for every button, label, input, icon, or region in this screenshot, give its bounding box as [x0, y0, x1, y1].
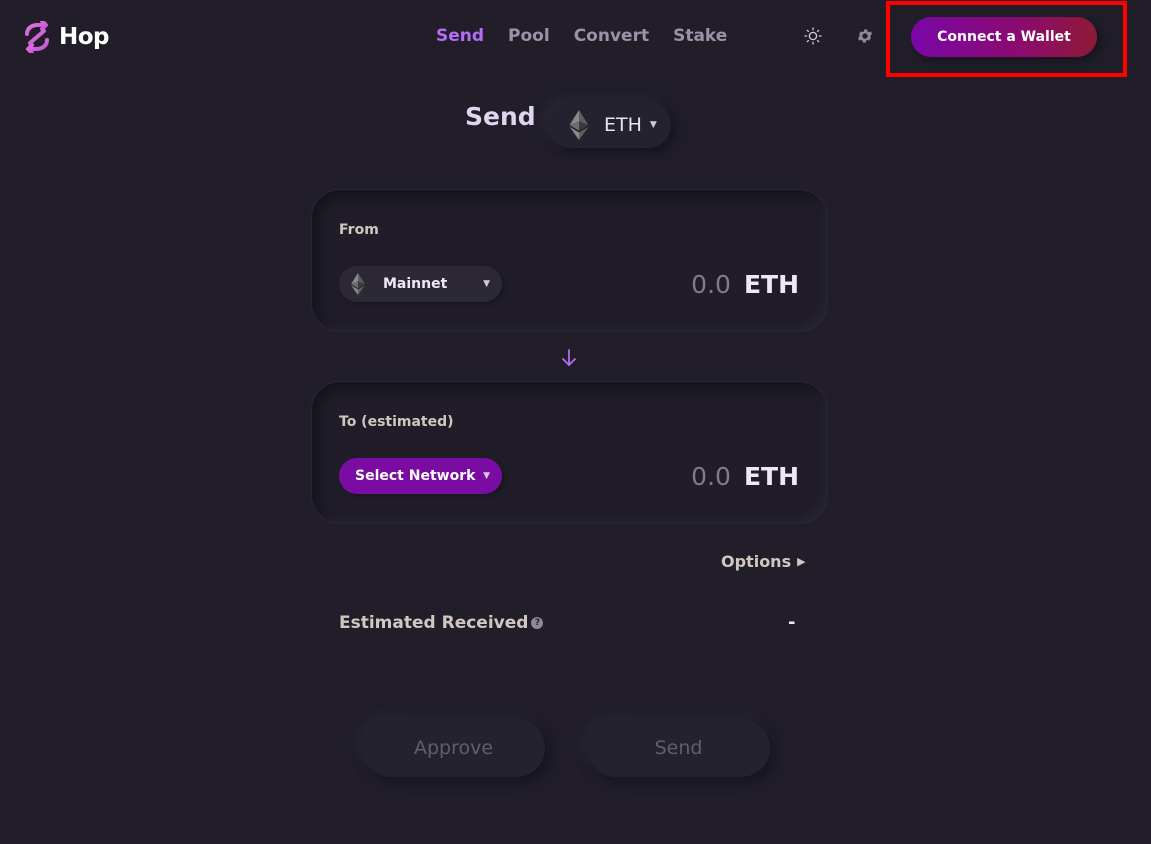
to-card: To (estimated) Select Network ▼ 0.0 ETH [312, 382, 827, 523]
swap-direction-button[interactable] [560, 348, 578, 372]
from-card: From Mainnet ▼ 0.0 ETH [312, 190, 827, 331]
gear-icon [857, 29, 873, 43]
from-network-select[interactable]: Mainnet ▼ [339, 266, 502, 302]
connect-wallet-button[interactable]: Connect a Wallet [911, 17, 1097, 57]
options-label: Options [721, 552, 792, 571]
approve-button[interactable]: Approve [362, 719, 545, 777]
chevron-down-icon: ▼ [649, 120, 657, 130]
ethereum-icon [351, 273, 365, 295]
title-row: Send [465, 102, 536, 131]
estimated-received-text: Estimated Received [339, 613, 529, 633]
from-network-name: Mainnet [383, 276, 448, 292]
from-amount-unit: ETH [743, 269, 799, 299]
to-network-name: Select Network [355, 468, 476, 484]
ethereum-icon [569, 110, 589, 140]
hop-logo[interactable]: Hop [21, 21, 110, 53]
arrow-down-icon [562, 349, 576, 366]
send-button[interactable]: Send [587, 719, 770, 777]
estimated-received-value: - [788, 612, 796, 633]
nav-send[interactable]: Send [436, 26, 484, 46]
nav-pool[interactable]: Pool [508, 26, 550, 46]
chevron-down-icon: ▼ [483, 279, 490, 289]
logo-text: Hop [59, 24, 110, 50]
triangle-right-icon: ▶ [797, 555, 806, 568]
to-amount: 0.0 ETH [691, 458, 799, 494]
settings-button[interactable] [855, 26, 875, 46]
to-network-select[interactable]: Select Network ▼ [339, 458, 502, 494]
from-amount: 0.0 ETH [691, 266, 799, 302]
nav-convert[interactable]: Convert [574, 26, 649, 46]
to-amount-input: 0.0 [691, 461, 731, 491]
theme-toggle-button[interactable] [803, 26, 823, 46]
token-select[interactable]: ETH ▼ [547, 102, 671, 148]
from-label: From [339, 222, 379, 238]
chevron-down-icon: ▼ [483, 471, 490, 481]
app-root: Hop Send Pool Convert Stake Connect a Wa… [0, 0, 1151, 844]
nav-stake[interactable]: Stake [673, 26, 727, 46]
page-title: Send [465, 102, 536, 131]
help-icon[interactable]: ? [531, 617, 544, 629]
to-amount-unit: ETH [743, 461, 799, 491]
from-amount-input[interactable]: 0.0 [691, 270, 731, 299]
to-label: To (estimated) [339, 414, 454, 430]
main-nav: Send Pool Convert Stake [436, 26, 727, 46]
sun-icon [804, 27, 822, 45]
estimated-received-label: Estimated Received ? [339, 613, 544, 633]
token-symbol: ETH [604, 114, 642, 136]
hop-logo-icon [25, 21, 49, 53]
options-toggle[interactable]: Options ▶ [721, 552, 806, 571]
